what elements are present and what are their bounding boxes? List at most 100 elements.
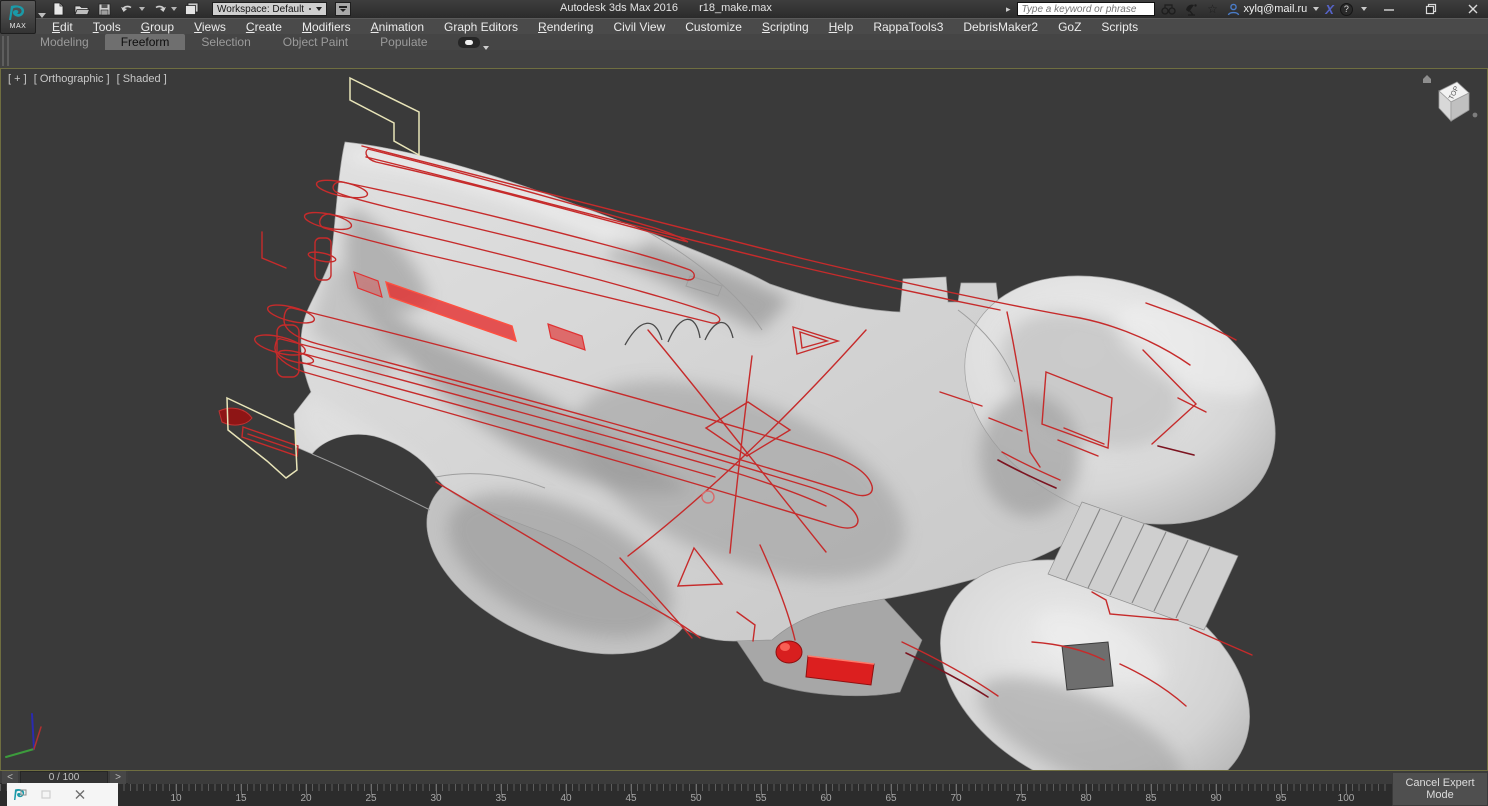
menu-help[interactable]: Help (819, 20, 864, 34)
viewport-canvas[interactable]: [ + ] [ Orthographic ] [ Shaded ] TOP (0, 68, 1488, 771)
menu-civil-view[interactable]: Civil View (603, 20, 675, 34)
help-button[interactable]: ? (1340, 3, 1353, 16)
infocenter: ▸ ☆ xylq@mail.ru X ? (1006, 1, 1367, 17)
menu-group[interactable]: Group (131, 20, 184, 34)
fragment-close-button[interactable] (67, 785, 93, 805)
fragment-maximize-button[interactable] (33, 785, 59, 805)
frame-tick-label: 95 (1275, 793, 1286, 804)
menu-tools[interactable]: Tools (83, 20, 131, 34)
save-floppy-icon (98, 3, 111, 16)
menu-animation[interactable]: Animation (361, 20, 434, 34)
toolbar-overflow-button[interactable] (335, 2, 351, 16)
maximize-box-icon (41, 790, 52, 800)
frame-tick-label: 75 (1015, 793, 1026, 804)
scene-render (0, 68, 1488, 771)
menu-scripting[interactable]: Scripting (752, 20, 819, 34)
viewport-menu-shading[interactable]: [ Shaded ] (117, 73, 167, 85)
tab-freeform[interactable]: Freeform (105, 34, 186, 50)
frame-tick-label: 15 (235, 793, 246, 804)
menu-edit[interactable]: Edit (42, 20, 83, 34)
ribbon-collapsed-area (0, 50, 1488, 68)
viewport-menu-pov[interactable]: [ Orthographic ] (34, 73, 110, 85)
undo-button[interactable] (119, 2, 136, 17)
workspace-selector[interactable]: Workspace: Default (212, 2, 327, 16)
ribbon-display-toggle[interactable] (458, 37, 480, 48)
cancel-expert-mode-button[interactable]: Cancel Expert Mode (1392, 772, 1488, 806)
frame-tick-label: 85 (1145, 793, 1156, 804)
quick-access-toolbar: Workspace: Default (50, 1, 351, 17)
tab-selection[interactable]: Selection (185, 34, 266, 50)
redo-arrow-icon (152, 3, 167, 16)
close-button[interactable] (1464, 2, 1482, 16)
menu-debrismaker2[interactable]: DebrisMaker2 (953, 20, 1048, 34)
fragment-app-button[interactable] (7, 785, 33, 805)
ribbon-toggle-caret-icon[interactable] (483, 46, 489, 50)
menu-rappatools3[interactable]: RappaTools3 (863, 20, 953, 34)
frame-tick-label: 25 (365, 793, 376, 804)
account-menu[interactable]: xylq@mail.ru (1227, 3, 1320, 16)
menu-customize[interactable]: Customize (675, 20, 752, 34)
track-bar-ruler[interactable]: 0 5 10 15 20 25 30 35 40 45 50 55 60 65 … (0, 784, 1488, 806)
menu-graph-editors[interactable]: Graph Editors (434, 20, 528, 34)
menu-views[interactable]: Views (184, 20, 236, 34)
maximize-button[interactable] (1422, 2, 1440, 16)
star-icon: ☆ (1207, 3, 1218, 15)
ribbon-toggle-icon (465, 40, 473, 45)
viewport-label: [ + ] [ Orthographic ] [ Shaded ] (8, 73, 171, 85)
viewcube[interactable]: TOP (1417, 71, 1481, 129)
frame-tick-label: 90 (1210, 793, 1221, 804)
redo-caret-icon[interactable] (171, 7, 177, 11)
menu-create[interactable]: Create (236, 20, 292, 34)
frame-tick-label: 20 (300, 793, 311, 804)
workspace-divider (309, 8, 311, 10)
new-scene-button[interactable] (50, 2, 67, 17)
viewcube-cube[interactable]: TOP (1439, 82, 1469, 121)
fender-vent (1062, 642, 1113, 690)
undo-arrow-icon (120, 3, 135, 16)
menu-scripts[interactable]: Scripts (1091, 20, 1148, 34)
window-title: Autodesk 3ds Max 2016 r18_make.max (560, 2, 772, 14)
frame-tick-label: 50 (690, 793, 701, 804)
ribbon-drag-handle[interactable] (2, 36, 9, 66)
search-input[interactable] (1017, 2, 1155, 16)
satellite-dish-icon (1184, 3, 1198, 16)
search-button[interactable] (1161, 1, 1177, 17)
frame-tick-label: 30 (430, 793, 441, 804)
app-menu-caret-icon[interactable] (38, 13, 46, 18)
help-caret-icon[interactable] (1361, 7, 1367, 11)
minimize-button[interactable] (1380, 2, 1398, 16)
frame-tick-label: 35 (495, 793, 506, 804)
open-file-button[interactable] (73, 2, 90, 17)
tab-modeling[interactable]: Modeling (24, 34, 105, 50)
menu-goz[interactable]: GoZ (1048, 20, 1091, 34)
favorites-button[interactable]: ☆ (1205, 1, 1221, 17)
tab-object-paint[interactable]: Object Paint (267, 34, 364, 50)
file-title: r18_make.max (699, 2, 772, 14)
minimize-icon (1382, 2, 1396, 16)
time-slider-bar: < 0 / 100 > (0, 771, 1488, 784)
communication-center-button[interactable] (1183, 1, 1199, 17)
tab-populate[interactable]: Populate (364, 34, 443, 50)
account-email: xylq@mail.ru (1244, 3, 1308, 15)
save-file-button[interactable] (96, 2, 113, 17)
ribbon-tab-bar: Modeling Freeform Selection Object Paint… (0, 34, 1488, 50)
viewcube-home-icon[interactable] (1423, 75, 1431, 83)
frame-tick-label: 100 (1338, 793, 1355, 804)
time-slider-track[interactable] (128, 771, 1488, 784)
frame-tick-label: 60 (820, 793, 831, 804)
viewport-menu-general[interactable]: [ + ] (8, 73, 27, 85)
infocenter-expander-icon[interactable]: ▸ (1006, 4, 1011, 15)
undo-caret-icon[interactable] (139, 7, 145, 11)
workspace-caret-icon (316, 7, 322, 11)
project-folder-button[interactable] (183, 2, 200, 17)
application-menu-button[interactable]: MAX (0, 0, 36, 34)
frame-tick-label: 80 (1080, 793, 1091, 804)
world-axis-tripod (6, 714, 41, 757)
menu-rendering[interactable]: Rendering (528, 20, 603, 34)
exchange-apps-icon[interactable]: X (1325, 2, 1334, 17)
user-icon (1227, 3, 1240, 16)
redo-button[interactable] (151, 2, 168, 17)
menu-modifiers[interactable]: Modifiers (292, 20, 361, 34)
new-file-icon (52, 2, 65, 16)
3dsmax-window: Autodesk 3ds Max 2016 r18_make.max MA (0, 0, 1488, 806)
